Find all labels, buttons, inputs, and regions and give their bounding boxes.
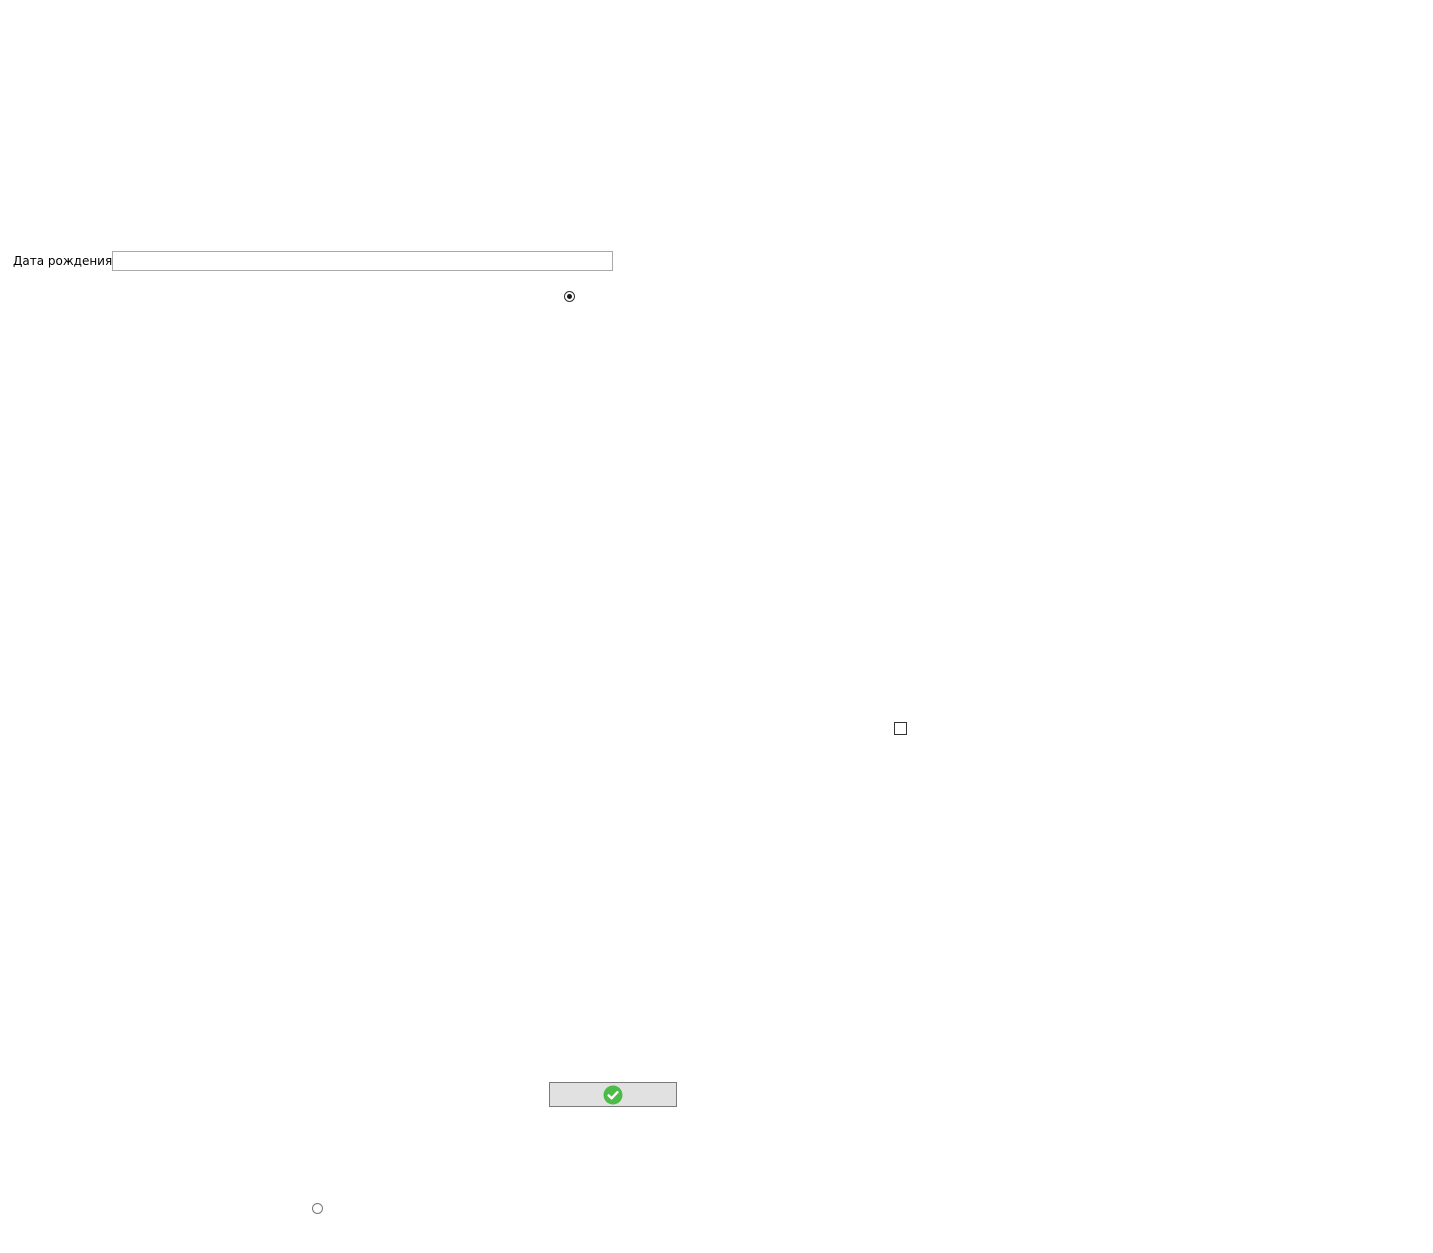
radio-option[interactable] [312,1203,323,1214]
confirm-button[interactable] [549,1082,677,1107]
birth-date-row: Дата рождения [13,251,614,271]
birth-date-label: Дата рождения [13,254,113,268]
radio-option-selected[interactable] [564,291,575,302]
check-circle-icon [603,1085,623,1104]
checkbox[interactable] [894,722,907,735]
birth-date-input[interactable] [112,251,614,271]
